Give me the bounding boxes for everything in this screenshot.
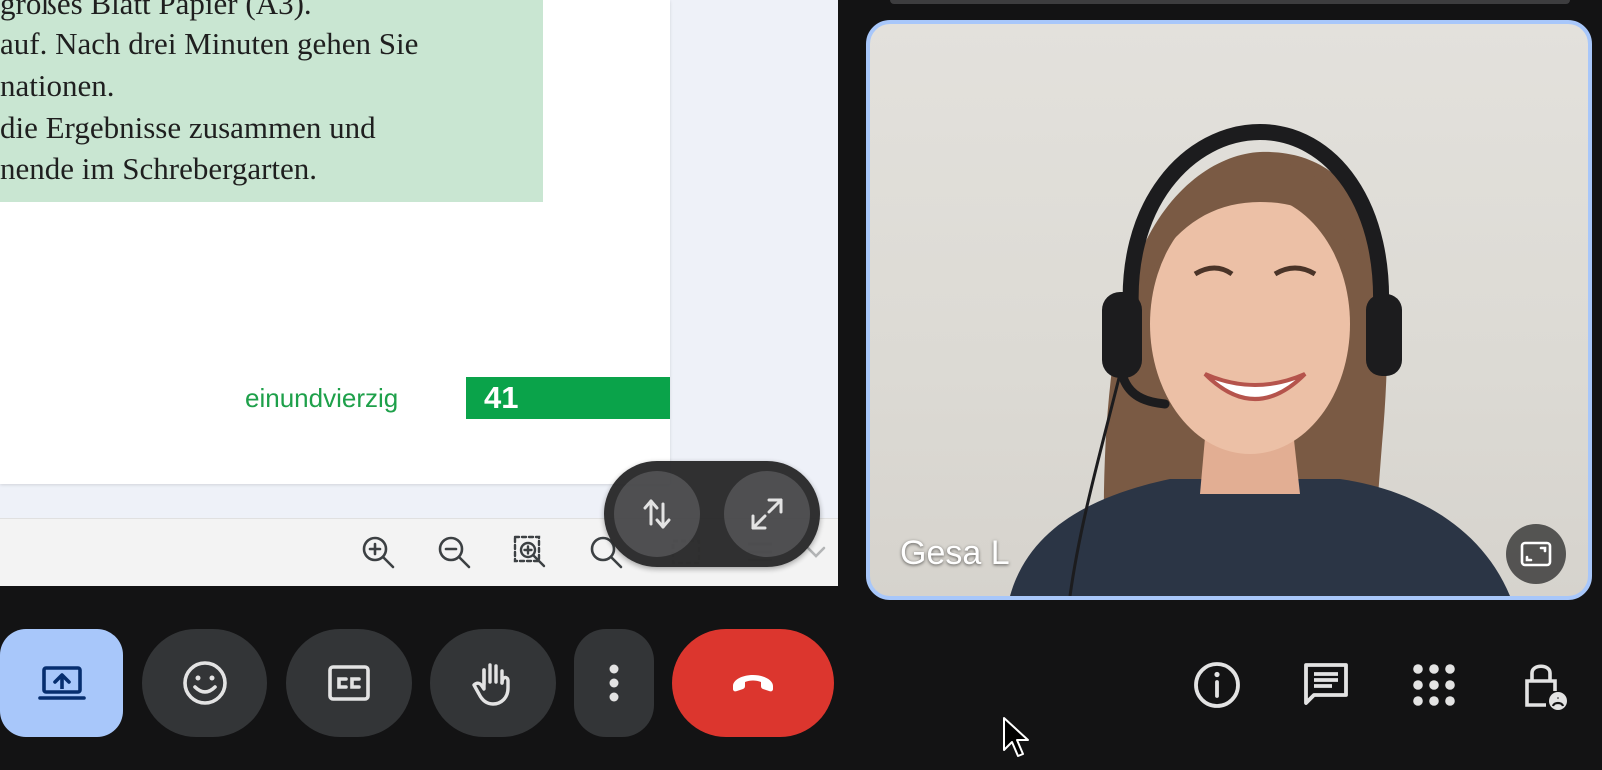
activities-icon <box>1413 664 1455 706</box>
host-controls-icon <box>1525 664 1567 710</box>
document-line: nende im Schrebergarten. <box>0 151 318 186</box>
emoji-reaction-button[interactable] <box>142 629 267 737</box>
document-line: großes Blatt Papier (A3). <box>0 0 312 21</box>
host-controls-button[interactable] <box>1512 654 1574 716</box>
more-options-button[interactable] <box>574 629 654 737</box>
zoom-selection-icon[interactable] <box>510 532 550 572</box>
leave-call-button[interactable] <box>672 629 834 737</box>
leave-call-icon <box>733 675 773 692</box>
participant-video <box>1010 123 1510 596</box>
chat-button[interactable] <box>1295 654 1357 716</box>
meeting-info-button[interactable] <box>1186 654 1248 716</box>
emoji-icon <box>182 661 227 705</box>
activities-button[interactable] <box>1403 654 1465 716</box>
captions-button[interactable] <box>286 629 412 737</box>
other-tile-edge <box>890 0 1570 4</box>
page-number-badge: 41 <box>466 377 670 419</box>
page-number-word: einundvierzig <box>245 383 399 413</box>
document-line: nationen. <box>0 68 115 103</box>
floating-layout-controls <box>604 461 820 567</box>
zoom-out-icon[interactable] <box>434 532 474 572</box>
expand-icon[interactable] <box>724 471 810 557</box>
document-page: großes Blatt Papier (A3). auf. Nach drei… <box>0 0 670 484</box>
document-line: auf. Nach drei Minuten gehen Sie <box>0 26 419 61</box>
more-options-icon <box>609 664 619 702</box>
raise-hand-icon <box>472 663 510 706</box>
participant-video-tile[interactable]: Gesa L <box>866 20 1592 600</box>
present-screen-icon <box>37 666 86 700</box>
info-icon <box>1194 662 1240 708</box>
chat-icon <box>1304 663 1348 705</box>
participant-name: Gesa L <box>900 534 1010 572</box>
present-screen-button[interactable] <box>0 629 123 737</box>
zoom-in-icon[interactable] <box>358 532 398 572</box>
raise-hand-button[interactable] <box>430 629 556 737</box>
tile-options-icon[interactable] <box>1506 524 1566 584</box>
swap-layout-icon[interactable] <box>614 471 700 557</box>
document-line: die Ergebnisse zusammen und <box>0 110 376 145</box>
mouse-cursor-icon <box>1003 717 1029 757</box>
captions-icon <box>328 665 370 701</box>
